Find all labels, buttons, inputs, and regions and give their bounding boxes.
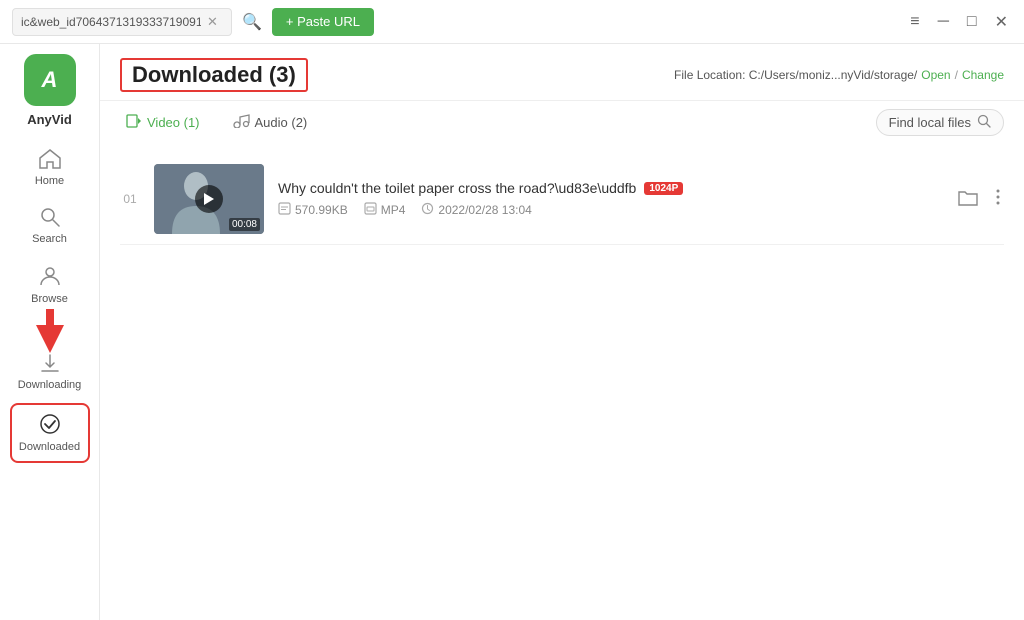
- content-header: Downloaded (3) File Location: C:/Users/m…: [100, 44, 1024, 101]
- video-index: 01: [120, 192, 140, 206]
- open-folder-button[interactable]: [954, 184, 982, 215]
- video-meta: 570.99KB MP4: [278, 202, 940, 218]
- page-title: Downloaded (3): [120, 58, 308, 92]
- sidebar-item-downloaded[interactable]: Downloaded: [10, 403, 90, 463]
- video-date: 2022/02/28 13:04: [438, 203, 531, 217]
- sidebar-item-home[interactable]: Home: [10, 141, 90, 195]
- search-nav-icon: [40, 207, 60, 231]
- close-button[interactable]: ✕: [991, 10, 1012, 34]
- find-local-files-button[interactable]: Find local files: [876, 109, 1004, 136]
- open-location-link[interactable]: Open: [921, 68, 950, 82]
- titlebar: ic&web_id70643713193337190917 ✕ 🔍 + Past…: [0, 0, 1024, 44]
- sidebar-item-search-label: Search: [32, 233, 67, 245]
- file-location: File Location: C:/Users/moniz...nyVid/st…: [674, 68, 1004, 82]
- sidebar-item-downloading-label: Downloading: [18, 379, 82, 391]
- video-thumbnail[interactable]: 00:08: [154, 164, 264, 234]
- sidebar: A AnyVid Home Search: [0, 44, 100, 620]
- quality-badge: 1024P: [644, 182, 683, 195]
- audio-tab-icon: [232, 114, 250, 132]
- browse-icon: [39, 265, 61, 291]
- video-title-row: Why couldn't the toilet paper cross the …: [278, 180, 940, 196]
- audio-tab-label: Audio (2): [255, 115, 308, 130]
- sidebar-item-downloaded-label: Downloaded: [19, 441, 80, 453]
- find-local-search-icon: [977, 114, 991, 131]
- play-button[interactable]: [195, 185, 223, 213]
- sidebar-item-browse[interactable]: Browse: [10, 257, 90, 313]
- app-logo: A: [24, 54, 76, 106]
- date-meta: 2022/02/28 13:04: [421, 202, 531, 218]
- url-text: ic&web_id70643713193337190917: [21, 15, 201, 29]
- format-icon: [364, 202, 377, 218]
- format-meta: MP4: [364, 202, 406, 218]
- change-location-link[interactable]: Change: [962, 68, 1004, 82]
- video-format: MP4: [381, 203, 406, 217]
- main-layout: A AnyVid Home Search: [0, 44, 1024, 620]
- video-tab-icon: [126, 114, 142, 132]
- sidebar-item-search[interactable]: Search: [10, 199, 90, 253]
- tab-video[interactable]: Video (1): [120, 111, 206, 135]
- menu-button[interactable]: ≡: [906, 11, 923, 33]
- content-area: Downloaded (3) File Location: C:/Users/m…: [100, 44, 1024, 620]
- maximize-button[interactable]: □: [963, 11, 981, 33]
- video-tab-label: Video (1): [147, 115, 200, 130]
- sidebar-item-browse-label: Browse: [31, 293, 68, 305]
- filesize-icon: [278, 202, 291, 218]
- location-separator: /: [955, 68, 958, 82]
- video-list: 01 00:08: [100, 144, 1024, 620]
- tabs-left: Video (1) Audio (2): [120, 111, 313, 135]
- app-name: AnyVid: [27, 112, 72, 127]
- sidebar-item-home-label: Home: [35, 175, 64, 187]
- search-button[interactable]: 🔍: [240, 10, 264, 34]
- logo-letter: A: [42, 69, 58, 91]
- window-controls: ≡ ─ □ ✕: [906, 10, 1012, 34]
- video-info: Why couldn't the toilet paper cross the …: [278, 180, 940, 218]
- downloaded-icon: [39, 413, 61, 439]
- paste-url-button[interactable]: + Paste URL: [272, 8, 374, 36]
- url-clear-button[interactable]: ✕: [207, 15, 218, 28]
- more-options-button[interactable]: [992, 184, 1004, 215]
- table-row: 01 00:08: [120, 154, 1004, 245]
- video-actions: [954, 184, 1004, 215]
- file-location-text: File Location: C:/Users/moniz...nyVid/st…: [674, 68, 917, 82]
- clock-icon: [421, 202, 434, 218]
- minimize-button[interactable]: ─: [934, 11, 953, 33]
- file-size: 570.99KB: [295, 203, 348, 217]
- tabs-row: Video (1) Audio (2) Find local files: [100, 101, 1024, 144]
- url-bar[interactable]: ic&web_id70643713193337190917 ✕: [12, 8, 232, 36]
- video-title: Why couldn't the toilet paper cross the …: [278, 180, 636, 196]
- tab-audio[interactable]: Audio (2): [226, 111, 314, 135]
- video-duration: 00:08: [229, 218, 260, 231]
- search-icon: 🔍: [242, 14, 262, 31]
- find-local-label: Find local files: [889, 115, 971, 130]
- home-icon: [39, 149, 61, 173]
- file-size-meta: 570.99KB: [278, 202, 348, 218]
